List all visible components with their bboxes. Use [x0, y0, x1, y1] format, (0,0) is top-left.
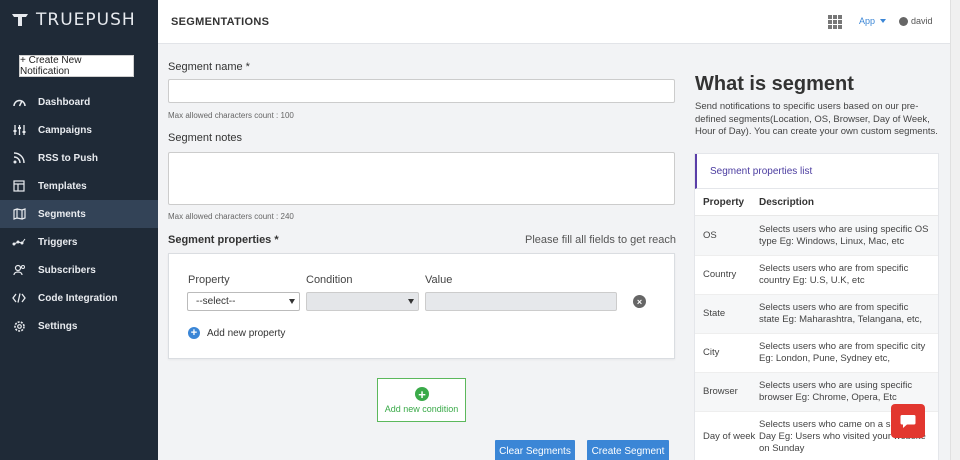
sidebar-item-label: RSS to Push [38, 152, 99, 164]
plus-circle-icon: + [188, 327, 200, 339]
value-column-header: Value [425, 274, 453, 286]
sidebar-item-code-integration[interactable]: Code Integration [0, 284, 158, 312]
sidebar-item-label: Templates [38, 180, 87, 192]
description-column-header: Description [759, 196, 815, 208]
rss-icon [12, 151, 26, 165]
sidebar-item-triggers[interactable]: Triggers [0, 228, 158, 256]
segment-name-label: Segment name * [168, 61, 250, 73]
condition-column-header: Condition [306, 274, 353, 286]
row-property: City [703, 347, 720, 358]
avatar [899, 16, 908, 26]
property-select-value: --select-- [196, 296, 236, 307]
panel-title: Segment properties list [695, 154, 938, 189]
gear-icon [12, 319, 26, 333]
remove-property-icon[interactable]: × [633, 295, 646, 308]
caret-down-icon [880, 19, 887, 23]
sidebar-item-label: Segments [38, 208, 86, 220]
plus-circle-icon: + [415, 387, 429, 401]
sidebar-item-label: Subscribers [38, 264, 96, 276]
info-title: What is segment [695, 73, 854, 95]
dashboard-icon [12, 95, 26, 109]
sidebar: TRUEPUSH + Create New Notification Dashb… [0, 0, 158, 460]
segment-notes-textarea[interactable] [168, 152, 675, 205]
row-description: Selects users who are from specific stat… [759, 302, 923, 325]
sidebar-item-campaigns[interactable]: Campaigns [0, 116, 158, 144]
clear-segments-button[interactable]: Clear Segments [495, 440, 575, 460]
top-bar: SEGMENTATIONS App david [158, 0, 960, 44]
segments-icon [12, 207, 26, 221]
row-property: Day of week [703, 430, 756, 442]
sidebar-nav: Dashboard Campaigns RSS to Push Template… [0, 88, 158, 340]
chevron-down-icon [408, 299, 414, 304]
row-property: State [703, 308, 726, 319]
row-property: Country [703, 269, 737, 280]
app-dropdown[interactable]: App [859, 16, 887, 26]
properties-warning: Please fill all fields to get reach [525, 234, 677, 246]
value-input[interactable] [425, 292, 617, 311]
table-row: OS Selects users who are using specific … [695, 216, 938, 256]
row-property: Browser [703, 386, 738, 397]
chat-icon [900, 414, 916, 428]
logo[interactable]: TRUEPUSH [0, 0, 158, 40]
sidebar-item-dashboard[interactable]: Dashboard [0, 88, 158, 116]
logo-text: TRUEPUSH [36, 10, 136, 30]
sidebar-item-label: Campaigns [38, 124, 92, 136]
page-title: SEGMENTATIONS [171, 16, 270, 28]
user-name: david [911, 16, 933, 26]
add-condition-button[interactable]: + Add new condition [377, 378, 466, 422]
property-select[interactable]: --select-- [187, 292, 300, 311]
row-description: Selects users who are from specific coun… [759, 263, 909, 286]
subscribers-icon [12, 263, 26, 277]
table-row: City Selects users who are from specific… [695, 334, 938, 373]
triggers-icon [12, 235, 26, 249]
sidebar-item-label: Triggers [38, 236, 78, 248]
condition-select[interactable] [306, 292, 419, 311]
apps-grid-icon[interactable] [828, 15, 842, 29]
truepush-logo-icon [12, 14, 28, 26]
table-row: State Selects users who are from specifi… [695, 295, 938, 334]
table-header: Property Description [695, 189, 938, 216]
app-dropdown-label: App [859, 16, 876, 26]
add-property-button[interactable]: + Add new property [188, 327, 285, 339]
info-description: Send notifications to specific users bas… [695, 101, 938, 137]
sidebar-item-segments[interactable]: Segments [0, 200, 158, 228]
chat-widget-button[interactable] [891, 404, 925, 438]
row-description: Selects users who are from specific city… [759, 341, 926, 364]
code-icon [12, 291, 26, 305]
segment-name-hint: Max allowed characters count : 100 [168, 111, 294, 120]
sidebar-item-settings[interactable]: Settings [0, 312, 158, 340]
row-description: Selects users who are using specific bro… [759, 380, 913, 403]
property-card: Property Condition Value --select-- × + … [168, 253, 675, 359]
segment-name-input[interactable] [168, 79, 675, 103]
sidebar-item-rss[interactable]: RSS to Push [0, 144, 158, 172]
row-property: OS [703, 229, 717, 241]
segment-properties-label: Segment properties * [168, 234, 279, 246]
segment-notes-label: Segment notes [168, 132, 242, 144]
sidebar-item-subscribers[interactable]: Subscribers [0, 256, 158, 284]
page-scrollbar[interactable] [950, 0, 960, 460]
sidebar-item-label: Code Integration [38, 292, 118, 304]
sidebar-item-label: Dashboard [38, 96, 91, 108]
property-column-header: Property [188, 274, 230, 286]
sidebar-item-label: Settings [38, 320, 78, 332]
add-property-label: Add new property [207, 327, 286, 339]
create-notification-button[interactable]: + Create New Notification [19, 55, 134, 77]
property-column-header: Property [703, 196, 745, 208]
templates-icon [12, 179, 26, 193]
segment-notes-hint: Max allowed characters count : 240 [168, 212, 294, 221]
sidebar-item-templates[interactable]: Templates [0, 172, 158, 200]
campaigns-icon [12, 123, 26, 137]
row-description: Selects users who are using specific OS … [759, 223, 929, 247]
table-row: Country Selects users who are from speci… [695, 256, 938, 295]
add-condition-label: Add new condition [384, 404, 459, 414]
chevron-down-icon [289, 299, 295, 304]
user-menu[interactable]: david [899, 16, 933, 26]
create-segment-button[interactable]: Create Segment [587, 440, 669, 460]
